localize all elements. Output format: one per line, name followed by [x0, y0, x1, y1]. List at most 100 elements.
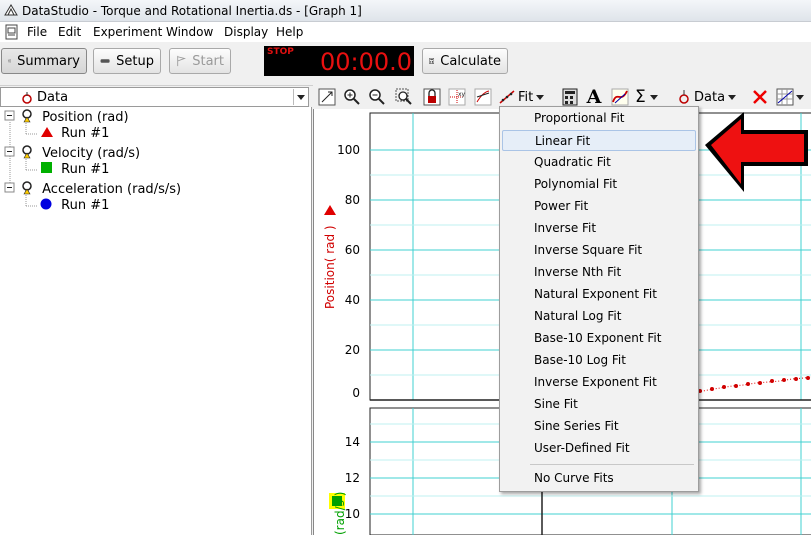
menu-window[interactable]: Window	[166, 25, 213, 39]
fit-menu-item[interactable]: Polynomial Fit	[502, 174, 696, 195]
slope-tool-icon[interactable]	[472, 86, 494, 108]
fit-menu-item[interactable]: Inverse Fit	[502, 218, 696, 239]
chevron-down-icon	[649, 95, 658, 100]
fit-menu-item[interactable]: User-Defined Fit	[502, 438, 696, 459]
y-tick-label: 40	[345, 293, 360, 307]
tree-run-acceleration: Run #1	[61, 198, 110, 213]
y-tick-label: 100	[337, 143, 360, 157]
document-icon[interactable]	[4, 24, 20, 40]
timer-value: 00:00.0	[319, 48, 412, 76]
summary-icon	[8, 59, 11, 63]
start-label: Start	[192, 53, 224, 69]
tree-item-position-run[interactable]: Run #1	[40, 126, 109, 141]
y-tick-label: 60	[345, 243, 360, 257]
velocity-axis-label: (rad/s )	[333, 492, 347, 535]
blue-circle-icon	[40, 198, 52, 210]
tree-item-acceleration-run[interactable]: Run #1	[40, 198, 109, 213]
title-bar: DataStudio - Torque and Rotational Inert…	[0, 0, 811, 22]
data-icon	[22, 92, 32, 104]
sensor-icon	[22, 109, 32, 123]
fit-menu-item[interactable]: Quadratic Fit	[502, 152, 696, 173]
fit-menu-item[interactable]: Proportional Fit	[502, 108, 696, 129]
menu-file[interactable]: File	[27, 25, 47, 39]
tree-item-velocity[interactable]: Velocity (rad/s)	[20, 144, 140, 161]
menu-edit[interactable]: Edit	[58, 25, 81, 39]
calculate-button[interactable]: Calculate	[422, 48, 508, 74]
y-tick-label: 20	[345, 343, 360, 357]
y-tick-label: 10	[345, 507, 360, 521]
svg-text:xy: xy	[458, 91, 466, 98]
summary-label: Summary	[17, 53, 80, 69]
position-legend-triangle	[324, 205, 336, 215]
data-button[interactable]: Data	[677, 86, 745, 108]
sensor-icon	[22, 181, 32, 195]
scale-to-fit-icon[interactable]	[316, 86, 338, 108]
tree-label-acceleration: Acceleration (rad/s/s)	[42, 182, 182, 197]
annotation-icon[interactable]: A	[583, 86, 605, 108]
green-square-icon	[41, 162, 52, 173]
tree-item-position[interactable]: Position (rad)	[20, 108, 129, 125]
chevron-down-icon	[796, 95, 804, 100]
smart-tool-icon[interactable]: xy	[446, 86, 468, 108]
fit-button[interactable]: Fit	[499, 86, 561, 108]
fit-menu-item[interactable]: Inverse Exponent Fit	[502, 372, 696, 393]
fit-menu-item-no-fit[interactable]: No Curve Fits	[502, 468, 696, 489]
menu-bar: File Edit Experiment Window Display Help	[0, 22, 811, 42]
tree-item-velocity-run[interactable]: Run #1	[40, 162, 109, 177]
flag-icon	[177, 55, 186, 67]
app-icon	[4, 4, 18, 16]
fit-menu-item[interactable]: Base-10 Exponent Fit	[502, 328, 696, 349]
setup-label: Setup	[116, 53, 154, 69]
fit-menu-item[interactable]: Sine Series Fit	[502, 416, 696, 437]
y-tick-label: 0	[352, 386, 360, 400]
lock-icon[interactable]	[421, 86, 443, 108]
tree-run-velocity: Run #1	[61, 162, 110, 177]
fit-label: Fit	[518, 89, 534, 105]
sigma-icon: Σ	[635, 87, 646, 107]
data-panel-header[interactable]: Data	[0, 87, 309, 107]
menu-help[interactable]: Help	[276, 25, 303, 39]
prediction-icon[interactable]	[609, 86, 631, 108]
fit-menu-item-linear[interactable]: Linear Fit	[502, 130, 696, 151]
window-title: DataStudio - Torque and Rotational Inert…	[22, 4, 362, 18]
setup-button[interactable]: Setup	[93, 48, 161, 74]
chevron-down-icon	[536, 95, 545, 100]
red-triangle-icon	[41, 127, 53, 137]
menu-experiment[interactable]: Experiment	[93, 25, 162, 39]
data-icon	[679, 90, 689, 104]
summary-button[interactable]: Summary	[1, 48, 87, 74]
fit-menu-item[interactable]: Sine Fit	[502, 394, 696, 415]
red-arrow-annotation	[705, 112, 808, 192]
data-panel-dropdown[interactable]	[293, 89, 307, 105]
calculator-icon[interactable]	[559, 86, 581, 108]
statistics-button[interactable]: Σ	[635, 86, 669, 108]
tree-run-position: Run #1	[61, 126, 110, 141]
position-axis-label: Position( rad )	[323, 225, 337, 309]
fit-menu-item[interactable]: Base-10 Log Fit	[502, 350, 696, 371]
fit-icon	[499, 90, 515, 104]
tree-label-position: Position (rad)	[42, 110, 129, 125]
data-tree: Position (rad) Run #1 Velocity (rad/s) R…	[0, 107, 312, 535]
fit-menu-item[interactable]: Natural Exponent Fit	[502, 284, 696, 305]
fit-menu-item[interactable]: Natural Log Fit	[502, 306, 696, 327]
zoom-out-icon[interactable]	[366, 86, 388, 108]
start-button[interactable]: Start	[169, 48, 231, 74]
y-tick-label: 80	[345, 193, 360, 207]
sensor-icon	[22, 145, 32, 159]
timer-stop-label: STOP	[267, 47, 294, 57]
fit-menu-item[interactable]: Inverse Square Fit	[502, 240, 696, 261]
zoom-in-icon[interactable]	[341, 86, 363, 108]
tree-item-acceleration[interactable]: Acceleration (rad/s/s)	[20, 180, 181, 197]
graph-settings-button[interactable]	[776, 86, 810, 108]
chevron-down-icon	[728, 95, 737, 100]
fit-menu-item[interactable]: Power Fit	[502, 196, 696, 217]
timer-display: STOP 00:00.0	[264, 46, 414, 76]
setup-icon	[100, 59, 110, 63]
zoom-select-icon[interactable]	[393, 86, 415, 108]
menu-display[interactable]: Display	[224, 25, 268, 39]
delete-icon[interactable]	[749, 86, 771, 108]
fit-menu-item[interactable]: Inverse Nth Fit	[502, 262, 696, 283]
data-label: Data	[694, 89, 726, 105]
fit-menu: Proportional Fit Linear Fit Quadratic Fi…	[499, 106, 699, 492]
graph-settings-icon	[776, 88, 794, 106]
